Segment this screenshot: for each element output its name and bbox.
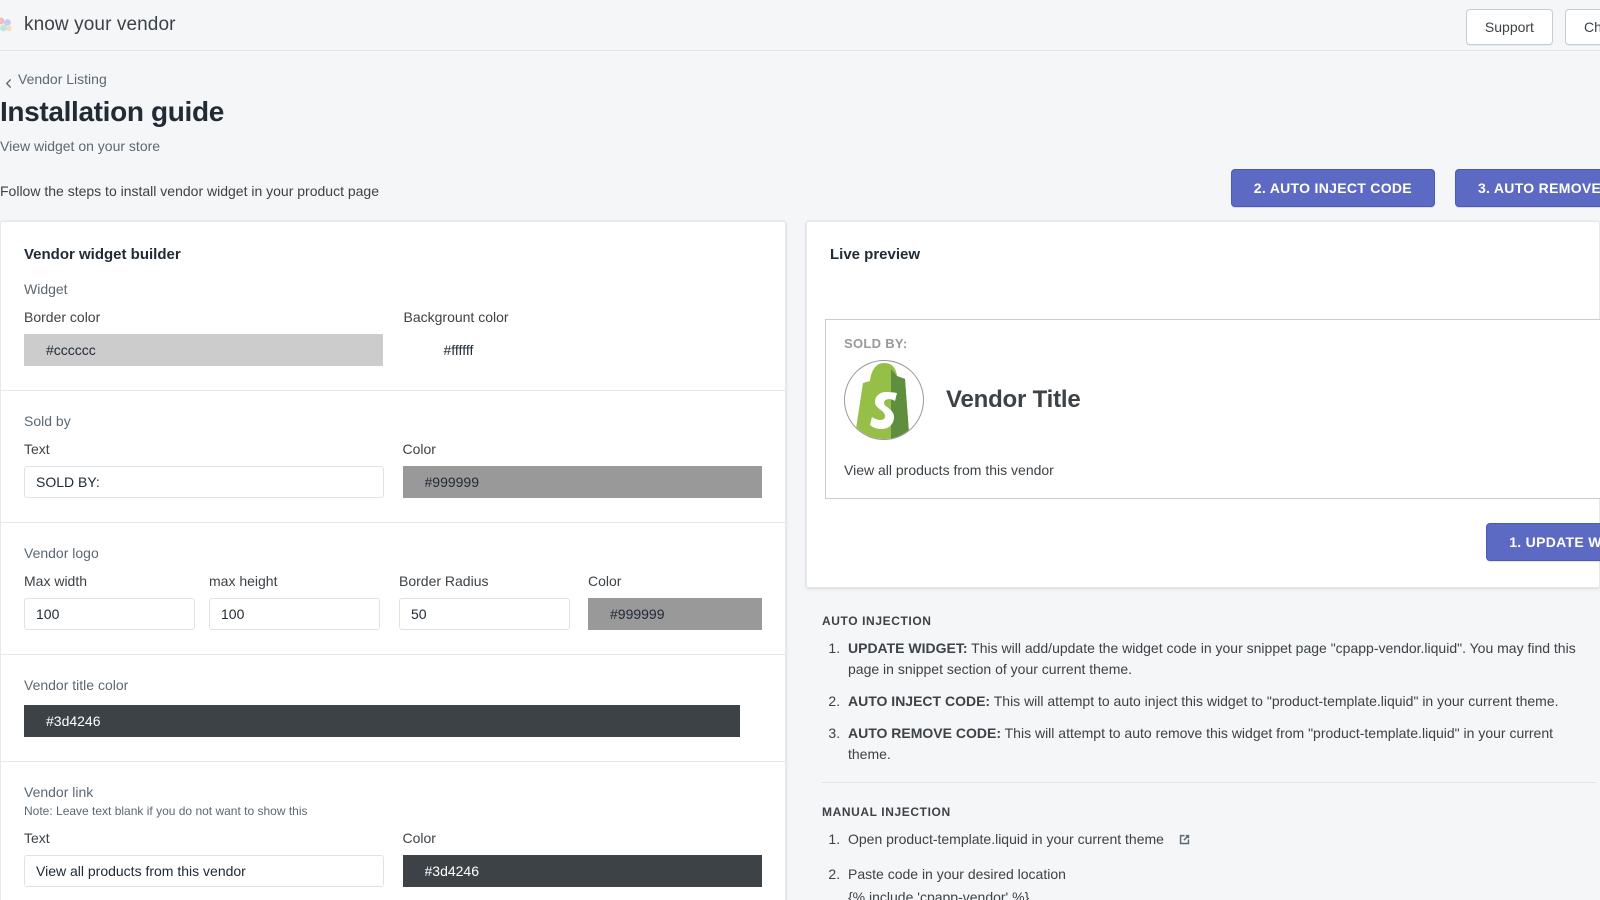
preview-column: Live preview SOLD BY: Vendor Title View … xyxy=(806,221,1600,900)
page-title: Installation guide xyxy=(0,96,224,127)
vendor-logo-group-label: Vendor logo xyxy=(24,545,99,561)
top-bar: know your vendor Support Change xyxy=(0,0,1600,51)
list-item: AUTO INJECT CODE: This will attempt to a… xyxy=(844,691,1596,712)
vendor-logo-section: Vendor logo Max width max height Border … xyxy=(1,523,785,655)
vendor-link-fields-row: Text Color xyxy=(24,830,762,887)
manual-injection-heading: MANUAL INJECTION xyxy=(822,805,951,819)
widget-fields-row: Border color Backgrount color #ffffff xyxy=(24,309,762,366)
shopify-bag-icon xyxy=(844,360,924,440)
preview-vendor-row: Vendor Title xyxy=(844,360,1596,440)
vendor-link-text-field: Text xyxy=(24,830,384,887)
page-subtitle[interactable]: View widget on your store xyxy=(0,138,1600,154)
widget-group-label: Widget xyxy=(24,281,68,297)
logo-color-input[interactable] xyxy=(588,598,762,630)
top-bar-actions: Support Change xyxy=(1465,9,1600,45)
vendor-title-color-label: Vendor title color xyxy=(24,677,129,693)
border-color-label: Border color xyxy=(24,309,101,325)
external-link-icon[interactable] xyxy=(1177,832,1192,853)
logo-max-height-input[interactable] xyxy=(209,598,380,630)
background-color-field: Backgrount color #ffffff xyxy=(404,309,763,366)
widget-preview-box: SOLD BY: Vendor Title View all products … xyxy=(825,319,1600,499)
vendor-link-note: Note: Leave text blank if you do not wan… xyxy=(24,804,308,818)
app-title: know your vendor xyxy=(24,14,176,35)
manual-code-snippet: {% include 'cpapp-vendor' %} xyxy=(848,889,1030,900)
preview-vendor-title: Vendor Title xyxy=(946,386,1081,413)
vendor-link-color-input[interactable] xyxy=(402,855,762,887)
preview-vendor-link[interactable]: View all products from this vendor xyxy=(844,462,1596,478)
sold-by-group-label: Sold by xyxy=(24,413,71,429)
app-logo-icon xyxy=(0,14,16,36)
logo-border-radius-input[interactable] xyxy=(399,598,570,630)
logo-max-height-label: max height xyxy=(209,573,278,589)
logo-border-radius-label: Border Radius xyxy=(399,573,489,589)
vendor-title-color-input[interactable] xyxy=(24,705,740,737)
sold-by-section: Sold by Text Color xyxy=(1,391,785,523)
sold-by-text-label: Text xyxy=(24,441,50,457)
vendor-logo-fields-row: Max width max height Border Radius xyxy=(24,573,762,630)
sold-by-fields-row: Text Color xyxy=(24,441,762,498)
builder-card-title: Vendor widget builder xyxy=(24,246,181,263)
list-item: AUTO REMOVE CODE: This will attempt to a… xyxy=(844,723,1596,765)
vendor-link-group-label: Vendor link xyxy=(24,784,94,800)
change-button[interactable]: Change xyxy=(1564,9,1600,45)
live-preview-card: Live preview SOLD BY: Vendor Title View … xyxy=(806,221,1600,588)
auto-injection-heading: AUTO INJECTION xyxy=(822,614,932,628)
live-preview-title: Live preview xyxy=(830,246,921,263)
header-action-buttons: 2. AUTO INJECT CODE 3. AUTO REMOVE CODE xyxy=(1230,169,1600,207)
sold-by-text-field: Text xyxy=(24,441,384,498)
auto-remove-code-button[interactable]: 3. AUTO REMOVE CODE xyxy=(1454,169,1600,207)
background-color-label: Backgrount color xyxy=(403,309,509,325)
auto-item-3-bold: AUTO REMOVE CODE: xyxy=(848,725,1001,741)
breadcrumb-label: Vendor Listing xyxy=(18,71,107,87)
content-columns: Vendor widget builder Widget Border colo… xyxy=(0,221,1600,900)
list-item: Open product-template.liquid in your cur… xyxy=(844,829,1596,853)
instructions-panel: AUTO INJECTION UPDATE WIDGET: This will … xyxy=(806,588,1600,900)
sold-by-color-input[interactable] xyxy=(402,466,762,498)
vendor-link-text-input[interactable] xyxy=(24,855,384,887)
logo-max-width-input[interactable] xyxy=(24,598,195,630)
builder-column: Vendor widget builder Widget Border colo… xyxy=(0,221,786,900)
vendor-widget-builder-card: Vendor widget builder Widget Border colo… xyxy=(0,221,786,900)
logo-max-height-field: max height xyxy=(209,573,380,630)
chevron-left-icon xyxy=(4,75,13,88)
support-button[interactable]: Support xyxy=(1465,9,1553,45)
logo-max-width-label: Max width xyxy=(24,573,88,589)
vendor-link-section: Vendor link Note: Leave text blank if yo… xyxy=(1,762,785,900)
logo-max-width-field: Max width xyxy=(24,573,195,630)
vendor-link-text-label: Text xyxy=(24,830,50,846)
auto-item-1-bold: UPDATE WIDGET: xyxy=(848,640,968,656)
manual-injection-section: MANUAL INJECTION Open product-template.l… xyxy=(822,783,1596,900)
manual-injection-list: Open product-template.liquid in your cur… xyxy=(844,829,1596,900)
widget-section: Widget Border color Backgrount color #ff… xyxy=(1,263,785,391)
list-item: UPDATE WIDGET: This will add/update the … xyxy=(844,638,1596,680)
manual-item-1-text: Open product-template.liquid in your cur… xyxy=(848,831,1164,847)
border-color-input[interactable] xyxy=(24,334,383,366)
auto-inject-code-button[interactable]: 2. AUTO INJECT CODE xyxy=(1230,169,1435,207)
logo-color-label: Color xyxy=(588,573,622,589)
border-color-field: Border color xyxy=(24,309,383,366)
sold-by-color-field: Color xyxy=(402,441,762,498)
vendor-title-color-section: Vendor title color xyxy=(1,655,785,762)
update-widget-button[interactable]: 1. UPDATE WIDGET xyxy=(1486,523,1600,561)
auto-item-2-text: This will attempt to auto inject this wi… xyxy=(990,693,1559,709)
sold-by-color-label: Color xyxy=(402,441,436,457)
breadcrumb[interactable]: Vendor Listing xyxy=(4,71,107,88)
auto-item-2-bold: AUTO INJECT CODE: xyxy=(848,693,991,709)
auto-injection-list: UPDATE WIDGET: This will add/update the … xyxy=(844,638,1596,765)
background-color-value[interactable]: #ffffff xyxy=(404,334,763,366)
manual-item-2-text: Paste code in your desired location xyxy=(848,866,1066,882)
list-item: Paste code in your desired location {% i… xyxy=(844,864,1596,900)
preview-sold-by-text: SOLD BY: xyxy=(844,336,908,351)
logo-color-field: Color xyxy=(588,573,762,630)
app-brand: know your vendor xyxy=(0,14,176,36)
logo-border-radius-field: Border Radius xyxy=(399,573,570,630)
vendor-link-color-label: Color xyxy=(402,830,436,846)
sold-by-text-input[interactable] xyxy=(24,466,384,498)
update-widget-row: 1. UPDATE WIDGET xyxy=(807,499,1600,561)
vendor-link-color-field: Color xyxy=(402,830,762,887)
